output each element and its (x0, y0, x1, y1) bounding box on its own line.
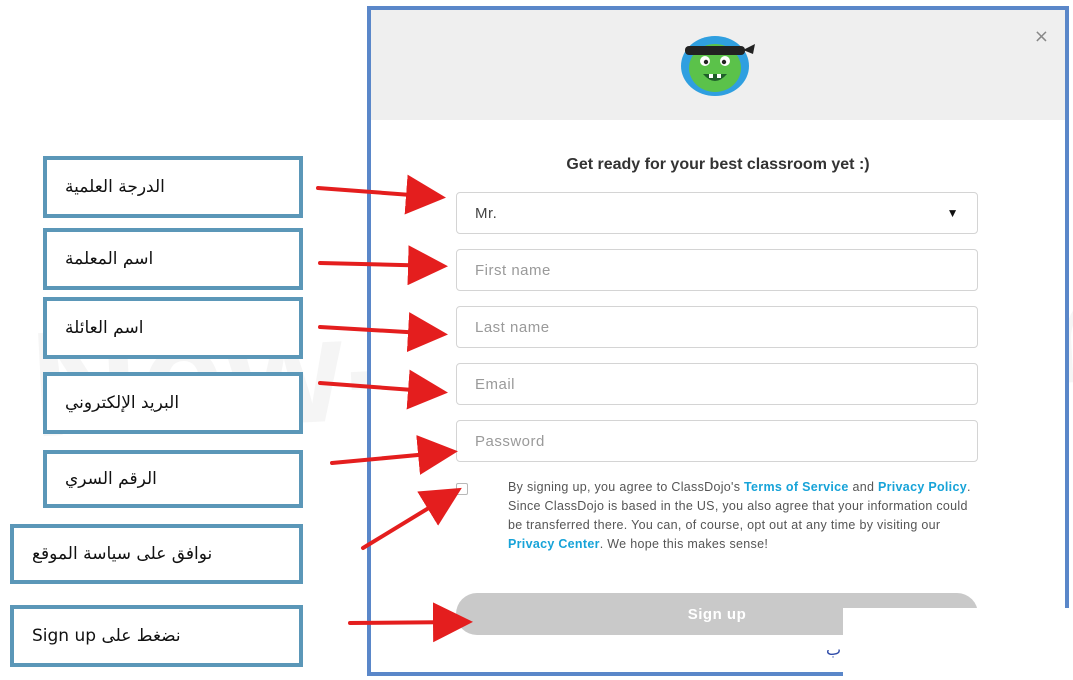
callout-first-name-text: اسم المعلمة (65, 249, 154, 269)
classdojo-monster-icon (681, 36, 755, 96)
last-name-input[interactable]: Last name (456, 306, 978, 348)
first-name-input[interactable]: First name (456, 249, 978, 291)
agree-checkbox[interactable] (456, 483, 468, 495)
password-placeholder: Password (475, 432, 545, 450)
signup-dialog: × Get ready for your best classroom yet … (367, 6, 1069, 676)
terms-text-part1: By signing up, you agree to ClassDojo's (508, 480, 745, 494)
callout-policy-text: نوافق على سياسة الموقع (32, 544, 213, 564)
password-input[interactable]: Password (456, 420, 978, 462)
first-name-placeholder: First name (475, 261, 551, 279)
terms-text-part2: and (848, 480, 878, 494)
callout-password: الرقم السري (43, 450, 303, 508)
dropdown-caret-icon: ▼ (946, 206, 959, 220)
terms-text-part4: . We hope this makes sense! (599, 537, 769, 551)
callout-signup-text: نضغط على Sign up (32, 626, 181, 646)
title-select-value: Mr. (475, 204, 498, 222)
callout-signup: نضغط على Sign up (10, 605, 303, 667)
bottom-text-fragment: ب (826, 640, 842, 659)
callout-last-name-text: اسم العائلة (65, 318, 144, 338)
white-overlay (843, 608, 1073, 680)
callout-email: البريد الإلكتروني (43, 372, 303, 434)
close-icon[interactable]: × (1034, 26, 1049, 47)
callout-policy: نوافق على سياسة الموقع (10, 524, 303, 584)
callout-title-text: الدرجة العلمية (65, 177, 165, 197)
dialog-header: × (371, 10, 1065, 120)
terms-text: By signing up, you agree to ClassDojo's … (508, 478, 978, 554)
privacy-center-link[interactable]: Privacy Center (508, 537, 600, 551)
terms-of-service-link[interactable]: Terms of Service (744, 480, 849, 494)
callout-email-text: البريد الإلكتروني (65, 393, 180, 413)
tutorial-figure: New-Educ.com × Get ready for your best c… (0, 0, 1073, 680)
callout-first-name: اسم المعلمة (43, 228, 303, 290)
callout-last-name: اسم العائلة (43, 297, 303, 359)
dialog-heading: Get ready for your best classroom yet :) (566, 156, 870, 173)
email-placeholder: Email (475, 375, 516, 393)
callout-password-text: الرقم السري (65, 469, 157, 489)
last-name-placeholder: Last name (475, 318, 550, 336)
callout-title: الدرجة العلمية (43, 156, 303, 218)
title-select[interactable]: Mr. ▼ (456, 192, 978, 234)
email-input[interactable]: Email (456, 363, 978, 405)
privacy-policy-link[interactable]: Privacy Policy (878, 480, 967, 494)
